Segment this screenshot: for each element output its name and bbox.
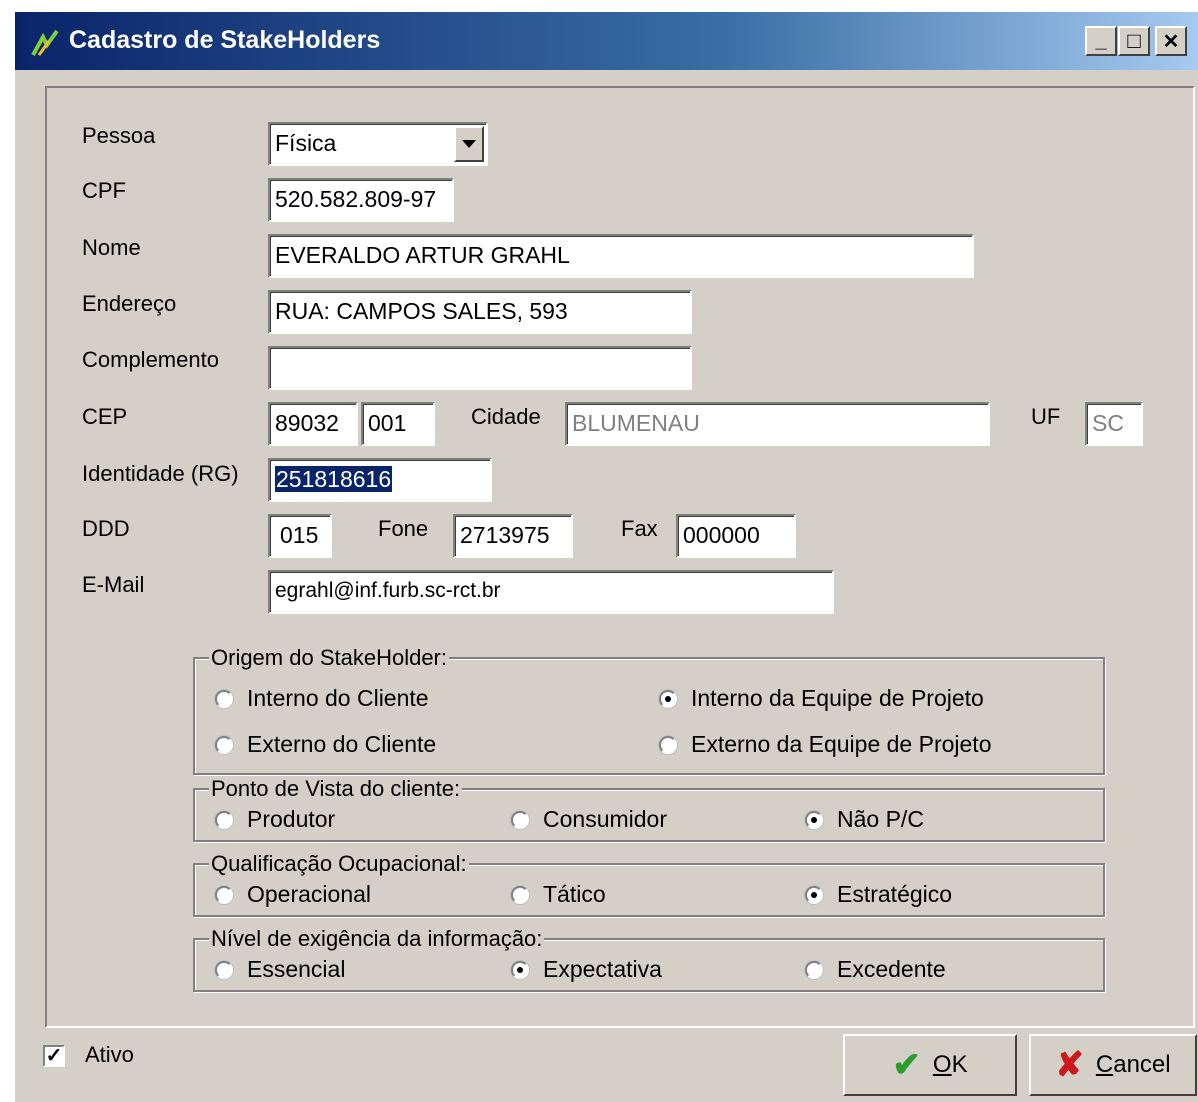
ponto-vista-group: Ponto de Vista do cliente: Produtor Cons…: [193, 776, 1105, 842]
ativo-checkbox[interactable]: ✓: [43, 1045, 65, 1067]
pessoa-label: Pessoa: [82, 123, 156, 148]
email-field[interactable]: egrahl@inf.furb.sc-rct.br: [268, 570, 834, 614]
radio-externo-cliente[interactable]: Externo do Cliente: [215, 731, 436, 758]
nivel-group-title: Nível de exigência da informação:: [209, 926, 545, 952]
fax-field[interactable]: 000000: [676, 514, 796, 558]
radio-label: Externo do Cliente: [247, 731, 437, 757]
ddd-field[interactable]: 015: [268, 514, 332, 558]
radio-tatico[interactable]: Tático: [511, 881, 606, 908]
cep-field-1[interactable]: 89032: [268, 402, 358, 446]
minimize-button[interactable]: _: [1085, 26, 1117, 56]
cep-label: CEP: [82, 404, 128, 429]
radio-dot-selected: [659, 689, 677, 708]
radio-label: Expectativa: [543, 956, 662, 982]
radio-label: Essencial: [247, 956, 346, 982]
fax-label: Fax: [621, 516, 658, 541]
origem-group-title: Origem do StakeHolder:: [209, 645, 449, 671]
minimize-icon: _: [1095, 30, 1107, 52]
radio-dot: [659, 735, 677, 754]
nome-field[interactable]: EVERALDO ARTUR GRAHL: [268, 234, 974, 278]
cancel-label: Cancel: [1095, 1051, 1171, 1078]
radio-estrategico[interactable]: Estratégico: [805, 881, 952, 908]
cpf-field[interactable]: 520.582.809-97: [268, 178, 454, 222]
radio-dot: [511, 810, 529, 829]
ddd-label: DDD: [82, 516, 130, 541]
radio-interno-equipe[interactable]: Interno da Equipe de Projeto: [659, 685, 984, 712]
email-label: E-Mail: [82, 572, 145, 597]
close-icon: ✕: [1162, 30, 1180, 53]
radio-dot: [215, 689, 233, 708]
maximize-button[interactable]: □: [1118, 26, 1150, 56]
radio-produtor[interactable]: Produtor: [215, 806, 335, 833]
pessoa-dropdown-button[interactable]: [454, 126, 484, 162]
fone-label: Fone: [378, 516, 429, 541]
close-button[interactable]: ✕: [1155, 26, 1187, 56]
radio-excedente[interactable]: Excedente: [805, 956, 946, 983]
cancel-button[interactable]: ✘ Cancel: [1029, 1034, 1197, 1096]
radio-label: Externo da Equipe de Projeto: [691, 731, 992, 757]
radio-expectativa[interactable]: Expectativa: [511, 956, 662, 983]
window-title: Cadastro de StakeHolders: [69, 26, 381, 54]
radio-dot-selected: [805, 810, 823, 829]
title-bar[interactable]: Cadastro de StakeHolders _ □ ✕: [15, 12, 1198, 70]
radio-label: Interno do Cliente: [247, 685, 429, 711]
checkmark-icon: ✓: [45, 1045, 63, 1067]
radio-dot-selected: [805, 885, 823, 904]
cpf-label: CPF: [82, 178, 126, 203]
radio-dot-selected: [511, 960, 529, 979]
radio-interno-cliente[interactable]: Interno do Cliente: [215, 685, 429, 712]
nome-label: Nome: [82, 235, 141, 260]
qualificacao-group: Qualificação Ocupacional: Operacional Tá…: [193, 851, 1105, 917]
radio-essencial[interactable]: Essencial: [215, 956, 345, 983]
radio-dot: [215, 810, 233, 829]
nivel-group: Nível de exigência da informação: Essenc…: [193, 926, 1105, 992]
radio-label: Operacional: [247, 881, 372, 907]
complemento-field[interactable]: [268, 346, 692, 390]
fone-field[interactable]: 2713975: [453, 514, 573, 558]
endereco-label: Endereço: [82, 291, 177, 316]
radio-dot: [215, 885, 233, 904]
uf-field[interactable]: SC: [1085, 402, 1143, 446]
radio-dot: [215, 960, 233, 979]
radio-label: Estratégico: [837, 881, 953, 907]
radio-label: Não P/C: [837, 806, 924, 832]
maximize-icon: □: [1127, 28, 1141, 53]
ok-button[interactable]: ✔ OK: [843, 1034, 1017, 1096]
radio-label: Interno da Equipe de Projeto: [691, 685, 984, 711]
cidade-label: Cidade: [471, 404, 541, 429]
radio-dot: [805, 960, 823, 979]
qualificacao-group-title: Qualificação Ocupacional:: [209, 851, 469, 877]
radio-label: Excedente: [837, 956, 946, 982]
pessoa-value: Física: [275, 130, 337, 156]
app-icon: [31, 29, 59, 56]
check-icon: ✔: [892, 1046, 921, 1084]
radio-dot: [215, 735, 233, 754]
identidade-value: 251818616: [275, 466, 393, 492]
radio-operacional[interactable]: Operacional: [215, 881, 371, 908]
chevron-down-icon: [462, 140, 476, 148]
radio-label: Tático: [543, 881, 606, 907]
radio-dot: [511, 885, 529, 904]
ponto-vista-group-title: Ponto de Vista do cliente:: [209, 776, 463, 802]
ativo-label: Ativo: [85, 1042, 134, 1067]
uf-label: UF: [1031, 404, 1061, 429]
stakeholder-window: Cadastro de StakeHolders _ □ ✕ Pessoa Fí…: [13, 10, 1198, 1102]
radio-consumidor[interactable]: Consumidor: [511, 806, 667, 833]
endereco-field[interactable]: RUA: CAMPOS SALES, 593: [268, 290, 692, 334]
origem-group: Origem do StakeHolder: Interno do Client…: [193, 645, 1105, 775]
cidade-field[interactable]: BLUMENAU: [565, 402, 990, 446]
identidade-field[interactable]: 251818616: [268, 458, 492, 502]
cep-field-2[interactable]: 001: [361, 402, 435, 446]
identidade-label: Identidade (RG): [82, 461, 239, 486]
ok-label: OK: [932, 1051, 968, 1078]
radio-externo-equipe[interactable]: Externo da Equipe de Projeto: [659, 731, 991, 758]
radio-label: Consumidor: [543, 806, 667, 832]
radio-nao-pc[interactable]: Não P/C: [805, 806, 924, 833]
complemento-label: Complemento: [82, 347, 219, 372]
radio-label: Produtor: [247, 806, 336, 832]
pessoa-combo[interactable]: Física: [268, 122, 488, 166]
x-icon: ✘: [1055, 1046, 1084, 1084]
